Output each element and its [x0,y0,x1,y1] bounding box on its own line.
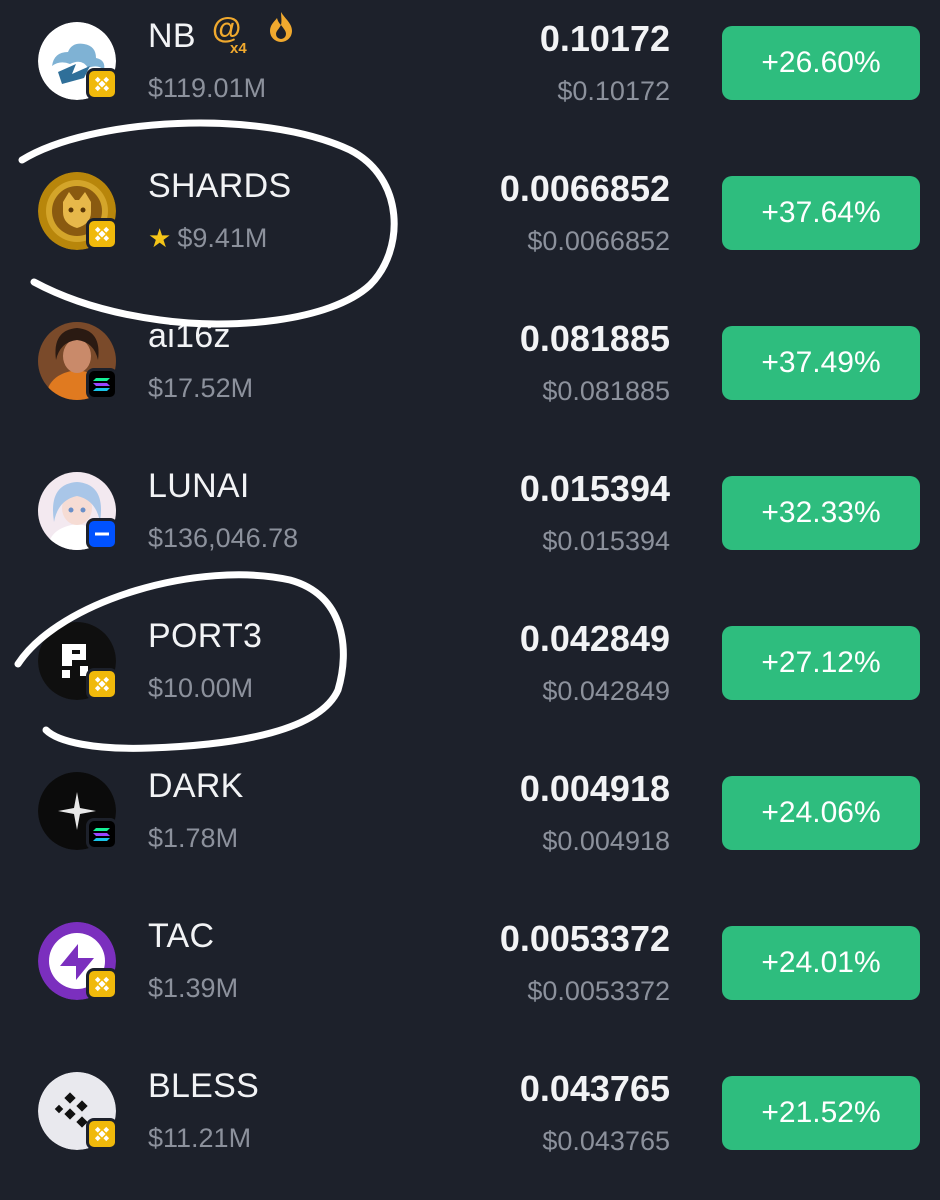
token-price: 0.081885 [519,318,670,359]
price-change-badge[interactable]: +21.52% [722,1076,920,1150]
token-list: NB @ x4 $119.01M 0.10172 $0.10172 +26.60%… [0,0,940,1200]
bnb-chain-icon [86,968,118,1000]
usd-price: $0.042849 [542,676,670,706]
usd-price: $0.081885 [542,376,670,406]
token-badges: @ x4 [212,10,295,57]
token-row-shards[interactable]: SHARDS ★ $9.41M 0.0066852 $0.0066852 +37… [0,138,940,288]
bnb-chain-icon [86,1118,118,1150]
token-price: 0.015394 [519,468,670,509]
mention-badge: @ x4 [212,11,247,57]
token-price: 0.042849 [519,618,670,659]
token-row-lunai[interactable]: LUNAI $136,046.78 0.015394 $0.015394 +32… [0,438,940,588]
price-change-badge[interactable]: +24.06% [722,776,920,850]
solana-chain-icon [86,818,118,850]
market-cap: $136,046.78 [148,523,299,553]
market-cap: $11.21M [148,1123,252,1153]
usd-price: $0.015394 [542,526,670,556]
usd-price: $0.0066852 [527,226,670,256]
market-cap: ★ $9.41M [148,223,268,253]
token-price: 0.043765 [519,1068,670,1109]
bnb-chain-icon [86,668,118,700]
base-chain-icon [86,518,118,550]
token-name: PORT3 [148,617,263,655]
price-change-badge[interactable]: +27.12% [722,626,920,700]
token-name: BLESS [148,1067,260,1105]
price-change-badge[interactable]: +32.33% [722,476,920,550]
price-change-badge[interactable]: +26.60% [722,26,920,100]
bnb-chain-icon [86,68,118,100]
token-name: LUNAI [148,467,250,505]
token-row-dark[interactable]: DARK $1.78M 0.004918 $0.004918 +24.06% [0,738,940,888]
usd-price: $0.043765 [542,1126,670,1156]
market-cap: $1.78M [148,823,239,853]
token-name: TAC [148,917,215,955]
usd-price: $0.004918 [542,826,670,856]
flame-icon [267,10,295,47]
usd-price: $0.0053372 [527,976,670,1006]
token-name: DARK [148,767,244,805]
star-icon: ★ [148,223,172,253]
market-cap: $1.39M [148,973,239,1003]
price-change-badge[interactable]: +24.01% [722,926,920,1000]
market-cap: $17.52M [148,373,254,403]
price-change-badge[interactable]: +37.49% [722,326,920,400]
token-name: SHARDS [148,167,292,205]
token-row-ai16z[interactable]: ai16z $17.52M 0.081885 $0.081885 +37.49% [0,288,940,438]
usd-price: $0.10172 [557,76,670,106]
token-name: ai16z [148,317,231,355]
token-row-bless[interactable]: BLESS $11.21M 0.043765 $0.043765 +21.52% [0,1038,940,1188]
token-row-port3[interactable]: PORT3 $10.00M 0.042849 $0.042849 +27.12% [0,588,940,738]
market-cap: $119.01M [148,73,267,103]
token-price: 0.0053372 [499,918,670,959]
token-price: 0.0066852 [499,168,670,209]
token-row-tac[interactable]: TAC $1.39M 0.0053372 $0.0053372 +24.01% [0,888,940,1038]
token-price: 0.10172 [539,18,670,59]
token-name: NB [148,17,196,55]
token-row-nb[interactable]: NB @ x4 $119.01M 0.10172 $0.10172 +26.60% [0,0,940,138]
price-change-badge[interactable]: +37.64% [722,176,920,250]
market-cap: $10.00M [148,673,254,703]
solana-chain-icon [86,368,118,400]
token-price: 0.004918 [519,768,670,809]
bnb-chain-icon [86,218,118,250]
